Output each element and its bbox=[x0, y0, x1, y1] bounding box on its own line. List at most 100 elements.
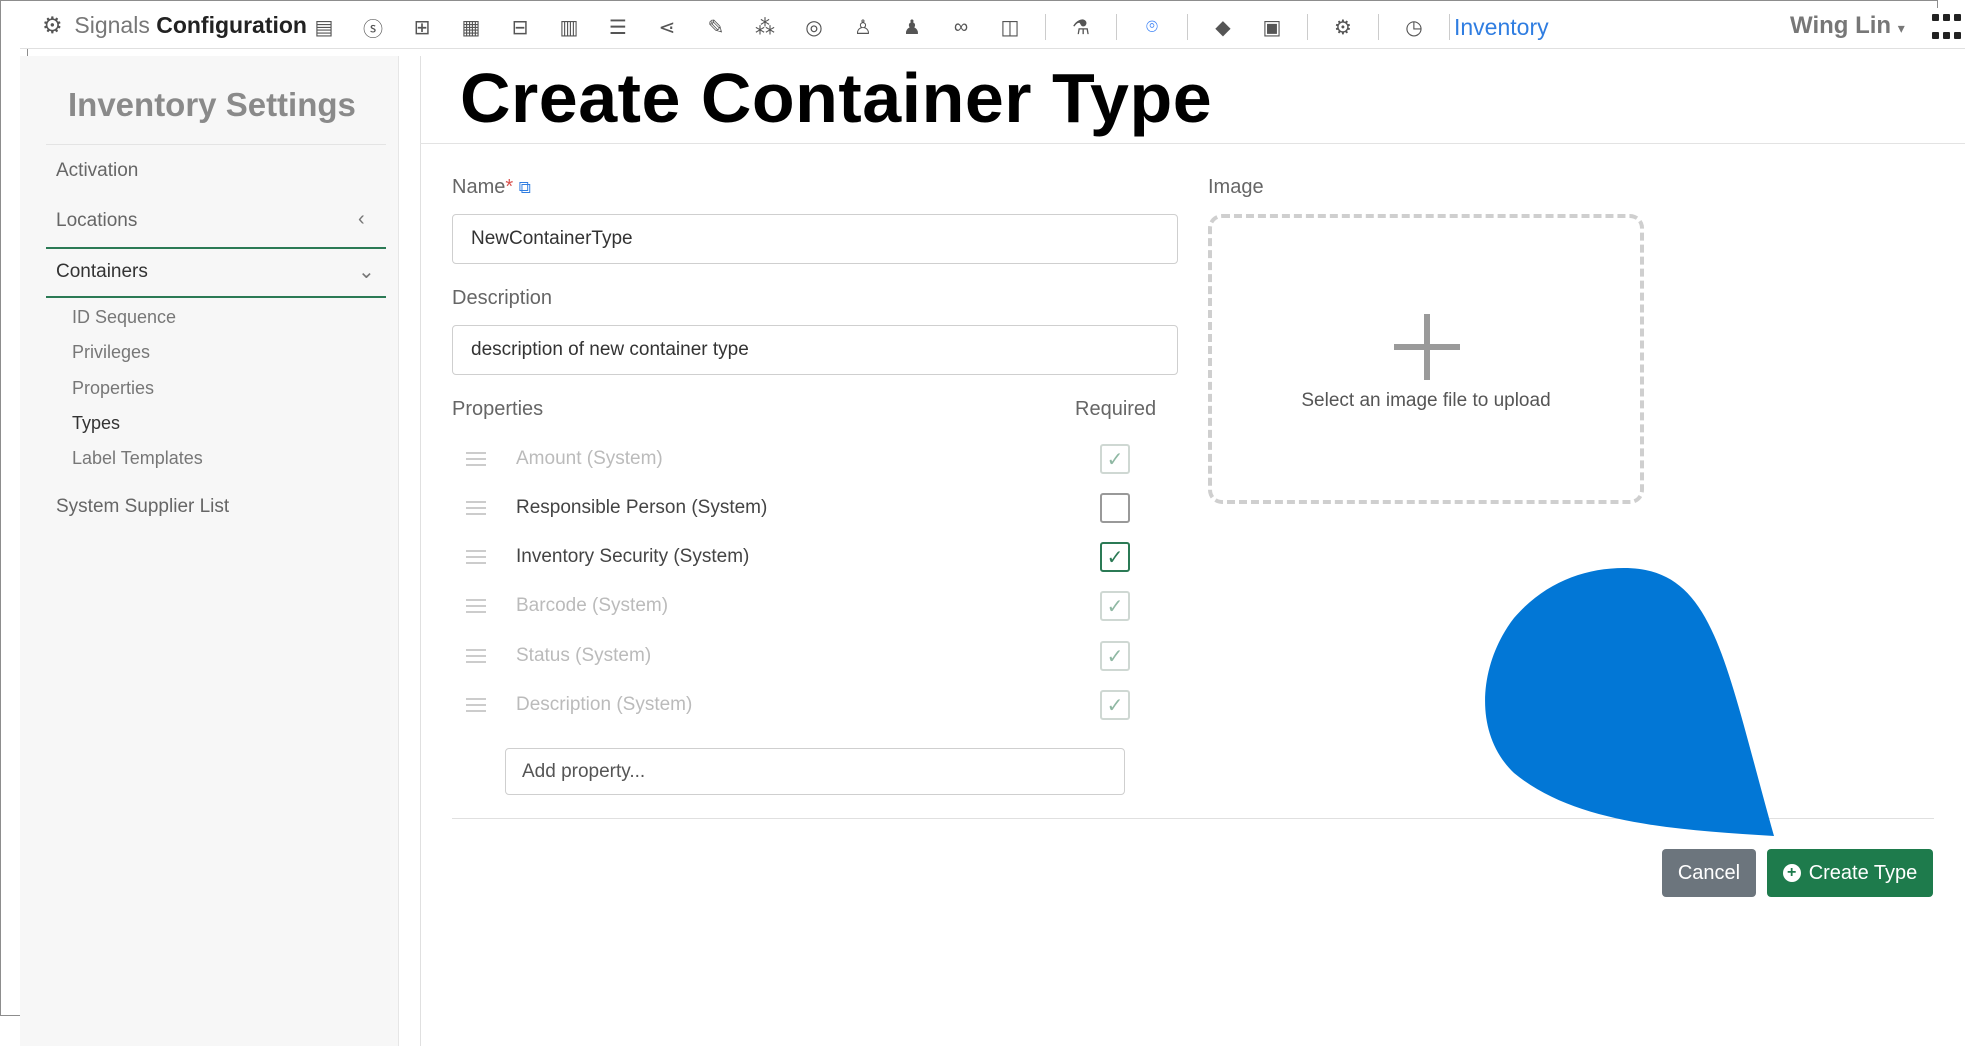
network-icon[interactable]: ⁂ bbox=[751, 14, 779, 40]
toolbar-separator bbox=[1307, 14, 1308, 40]
required-checkbox[interactable] bbox=[1100, 493, 1130, 523]
shield-icon[interactable]: ◆ bbox=[1209, 14, 1237, 40]
property-label: Barcode (System) bbox=[516, 595, 669, 616]
database-icon[interactable]: ☰ bbox=[604, 14, 632, 40]
property-label: Description (System) bbox=[516, 694, 693, 715]
sidebar-divider bbox=[46, 144, 386, 145]
drag-handle-icon[interactable] bbox=[466, 698, 486, 716]
required-checkbox[interactable]: ✓ bbox=[1100, 591, 1130, 621]
property-label: Responsible Person (System) bbox=[516, 497, 768, 518]
sidebar-subitem-types[interactable]: Types bbox=[72, 413, 120, 434]
inventory-link[interactable]: Inventory bbox=[1454, 14, 1549, 41]
properties-label: Properties bbox=[452, 398, 544, 420]
toolbar-separator bbox=[1449, 14, 1450, 40]
toolbar-separator bbox=[1187, 14, 1188, 40]
sidebar-item-locations[interactable]: Locations bbox=[56, 210, 137, 232]
sidebar-active-divider bbox=[46, 296, 386, 298]
card-icon[interactable]: ▤ bbox=[310, 14, 338, 40]
required-column-label: Required bbox=[1075, 398, 1157, 420]
toolbar-icons: ▤ ⓢ ⊞ ▦ ⊟ ▥ ☰ ⋖ ✎ ⁂ ◎ ♙ ♟ ∞ ◫ ⚗ ⌾ ◆ ▣ ⚙ … bbox=[310, 14, 1450, 41]
flask-icon[interactable]: ⚗ bbox=[1067, 14, 1095, 40]
page-title: Create Container Type bbox=[460, 59, 1213, 137]
description-label: Description bbox=[452, 287, 553, 309]
drag-handle-icon[interactable] bbox=[466, 599, 486, 617]
edit-icon[interactable]: ✎ bbox=[702, 14, 730, 40]
title-divider bbox=[420, 143, 1965, 144]
required-checkbox[interactable]: ✓ bbox=[1100, 641, 1130, 671]
name-input[interactable]: NewContainerType bbox=[452, 214, 1178, 264]
fingerprint-icon[interactable]: ◎ bbox=[800, 14, 828, 40]
top-toolbar: ⚙ Signals Configuration ▤ ⓢ ⊞ ▦ ⊟ ▥ ☰ ⋖ … bbox=[20, 8, 1965, 49]
image-label: Image bbox=[1208, 176, 1264, 198]
user-icon[interactable]: ♟ bbox=[898, 14, 926, 40]
upload-instruction: Select an image file to upload bbox=[1301, 390, 1551, 411]
sidebar-title: Inventory Settings bbox=[68, 86, 356, 123]
user-menu[interactable]: Wing Lin ▾ bbox=[1790, 12, 1905, 40]
brand-name: Configuration bbox=[156, 12, 307, 38]
image-upload-dropzone[interactable]: Select an image file to upload bbox=[1208, 214, 1644, 504]
users-icon[interactable]: ♙ bbox=[849, 14, 877, 40]
sidebar-item-system-supplier-list[interactable]: System Supplier List bbox=[56, 496, 229, 518]
sidebar-item-containers[interactable]: Containers bbox=[56, 261, 148, 283]
cancel-button[interactable]: Cancel bbox=[1662, 849, 1756, 897]
apps-grid-icon[interactable] bbox=[1932, 14, 1964, 46]
sidebar-subitem-properties[interactable]: Properties bbox=[72, 378, 154, 399]
required-checkbox[interactable]: ✓ bbox=[1100, 444, 1130, 474]
settings-icon[interactable]: ⚙ bbox=[1329, 14, 1357, 40]
name-label-text: Name bbox=[452, 176, 506, 198]
link-icon[interactable]: ∞ bbox=[947, 14, 975, 40]
description-input[interactable]: description of new container type bbox=[452, 325, 1178, 375]
create-type-button[interactable]: + Create Type bbox=[1767, 849, 1933, 897]
user-name: Wing Lin bbox=[1790, 12, 1892, 39]
table-icon[interactable]: ⊞ bbox=[408, 14, 436, 40]
required-checkbox[interactable]: ✓ bbox=[1100, 690, 1130, 720]
copy-icon[interactable]: ⧉ bbox=[519, 178, 531, 197]
main-left-border bbox=[420, 56, 421, 1046]
drag-handle-icon[interactable] bbox=[466, 649, 486, 667]
drag-handle-icon[interactable] bbox=[466, 550, 486, 568]
sidebar-item-activation[interactable]: Activation bbox=[56, 160, 138, 182]
caret-down-icon: ▾ bbox=[1897, 20, 1905, 36]
grid-icon[interactable]: ⊟ bbox=[506, 14, 534, 40]
required-checkbox[interactable]: ✓ bbox=[1100, 542, 1130, 572]
book-icon[interactable]: ◫ bbox=[996, 14, 1024, 40]
property-row: Description (System) ✓ bbox=[452, 686, 1172, 726]
property-row: Amount (System) ✓ bbox=[452, 440, 1172, 480]
brand-prefix: Signals bbox=[74, 12, 150, 38]
add-property-input[interactable]: Add property... bbox=[505, 748, 1125, 795]
sidebar-active-divider bbox=[46, 247, 386, 249]
plate-icon[interactable]: ▣ bbox=[1258, 14, 1286, 40]
property-row: Status (System) ✓ bbox=[452, 637, 1172, 677]
create-type-label: Create Type bbox=[1808, 861, 1918, 884]
annotation-pointer-shape bbox=[1485, 568, 1774, 836]
history-icon[interactable]: ◷ bbox=[1400, 14, 1428, 40]
app-brand[interactable]: ⚙ Signals Configuration bbox=[42, 12, 307, 39]
drag-handle-icon[interactable] bbox=[466, 501, 486, 519]
document-icon[interactable]: ▥ bbox=[555, 14, 583, 40]
property-label: Status (System) bbox=[516, 645, 652, 666]
share-icon[interactable]: ⋖ bbox=[653, 14, 681, 40]
property-label: Amount (System) bbox=[516, 448, 663, 469]
property-row: Inventory Security (System) ✓ bbox=[452, 538, 1172, 578]
currency-icon[interactable]: ⓢ bbox=[359, 14, 387, 41]
plus-icon bbox=[1394, 344, 1460, 350]
location-pin-icon[interactable]: ⌾ bbox=[1138, 14, 1166, 40]
settings-sidebar: Inventory Settings Activation Locations … bbox=[20, 56, 399, 1046]
property-row: Responsible Person (System) bbox=[452, 489, 1172, 529]
toolbar-separator bbox=[1116, 14, 1117, 40]
property-row: Barcode (System) ✓ bbox=[452, 587, 1172, 627]
chevron-down-icon[interactable]: ⌄ bbox=[358, 259, 375, 284]
chevron-left-icon[interactable]: ‹ bbox=[358, 208, 365, 231]
drag-handle-icon[interactable] bbox=[466, 452, 486, 470]
toolbar-separator bbox=[1045, 14, 1046, 40]
name-label: Name* ⧉ bbox=[452, 176, 531, 199]
sidebar-subitem-privileges[interactable]: Privileges bbox=[72, 342, 150, 363]
required-mark: * bbox=[505, 176, 514, 198]
property-label: Inventory Security (System) bbox=[516, 546, 750, 567]
toolbar-separator bbox=[1378, 14, 1379, 40]
sidebar-subitem-id-sequence[interactable]: ID Sequence bbox=[72, 307, 176, 328]
plus-circle-icon: + bbox=[1782, 864, 1801, 882]
gear-icon: ⚙ bbox=[42, 12, 63, 38]
sidebar-subitem-label-templates[interactable]: Label Templates bbox=[72, 448, 203, 469]
layout-icon[interactable]: ▦ bbox=[457, 14, 485, 40]
